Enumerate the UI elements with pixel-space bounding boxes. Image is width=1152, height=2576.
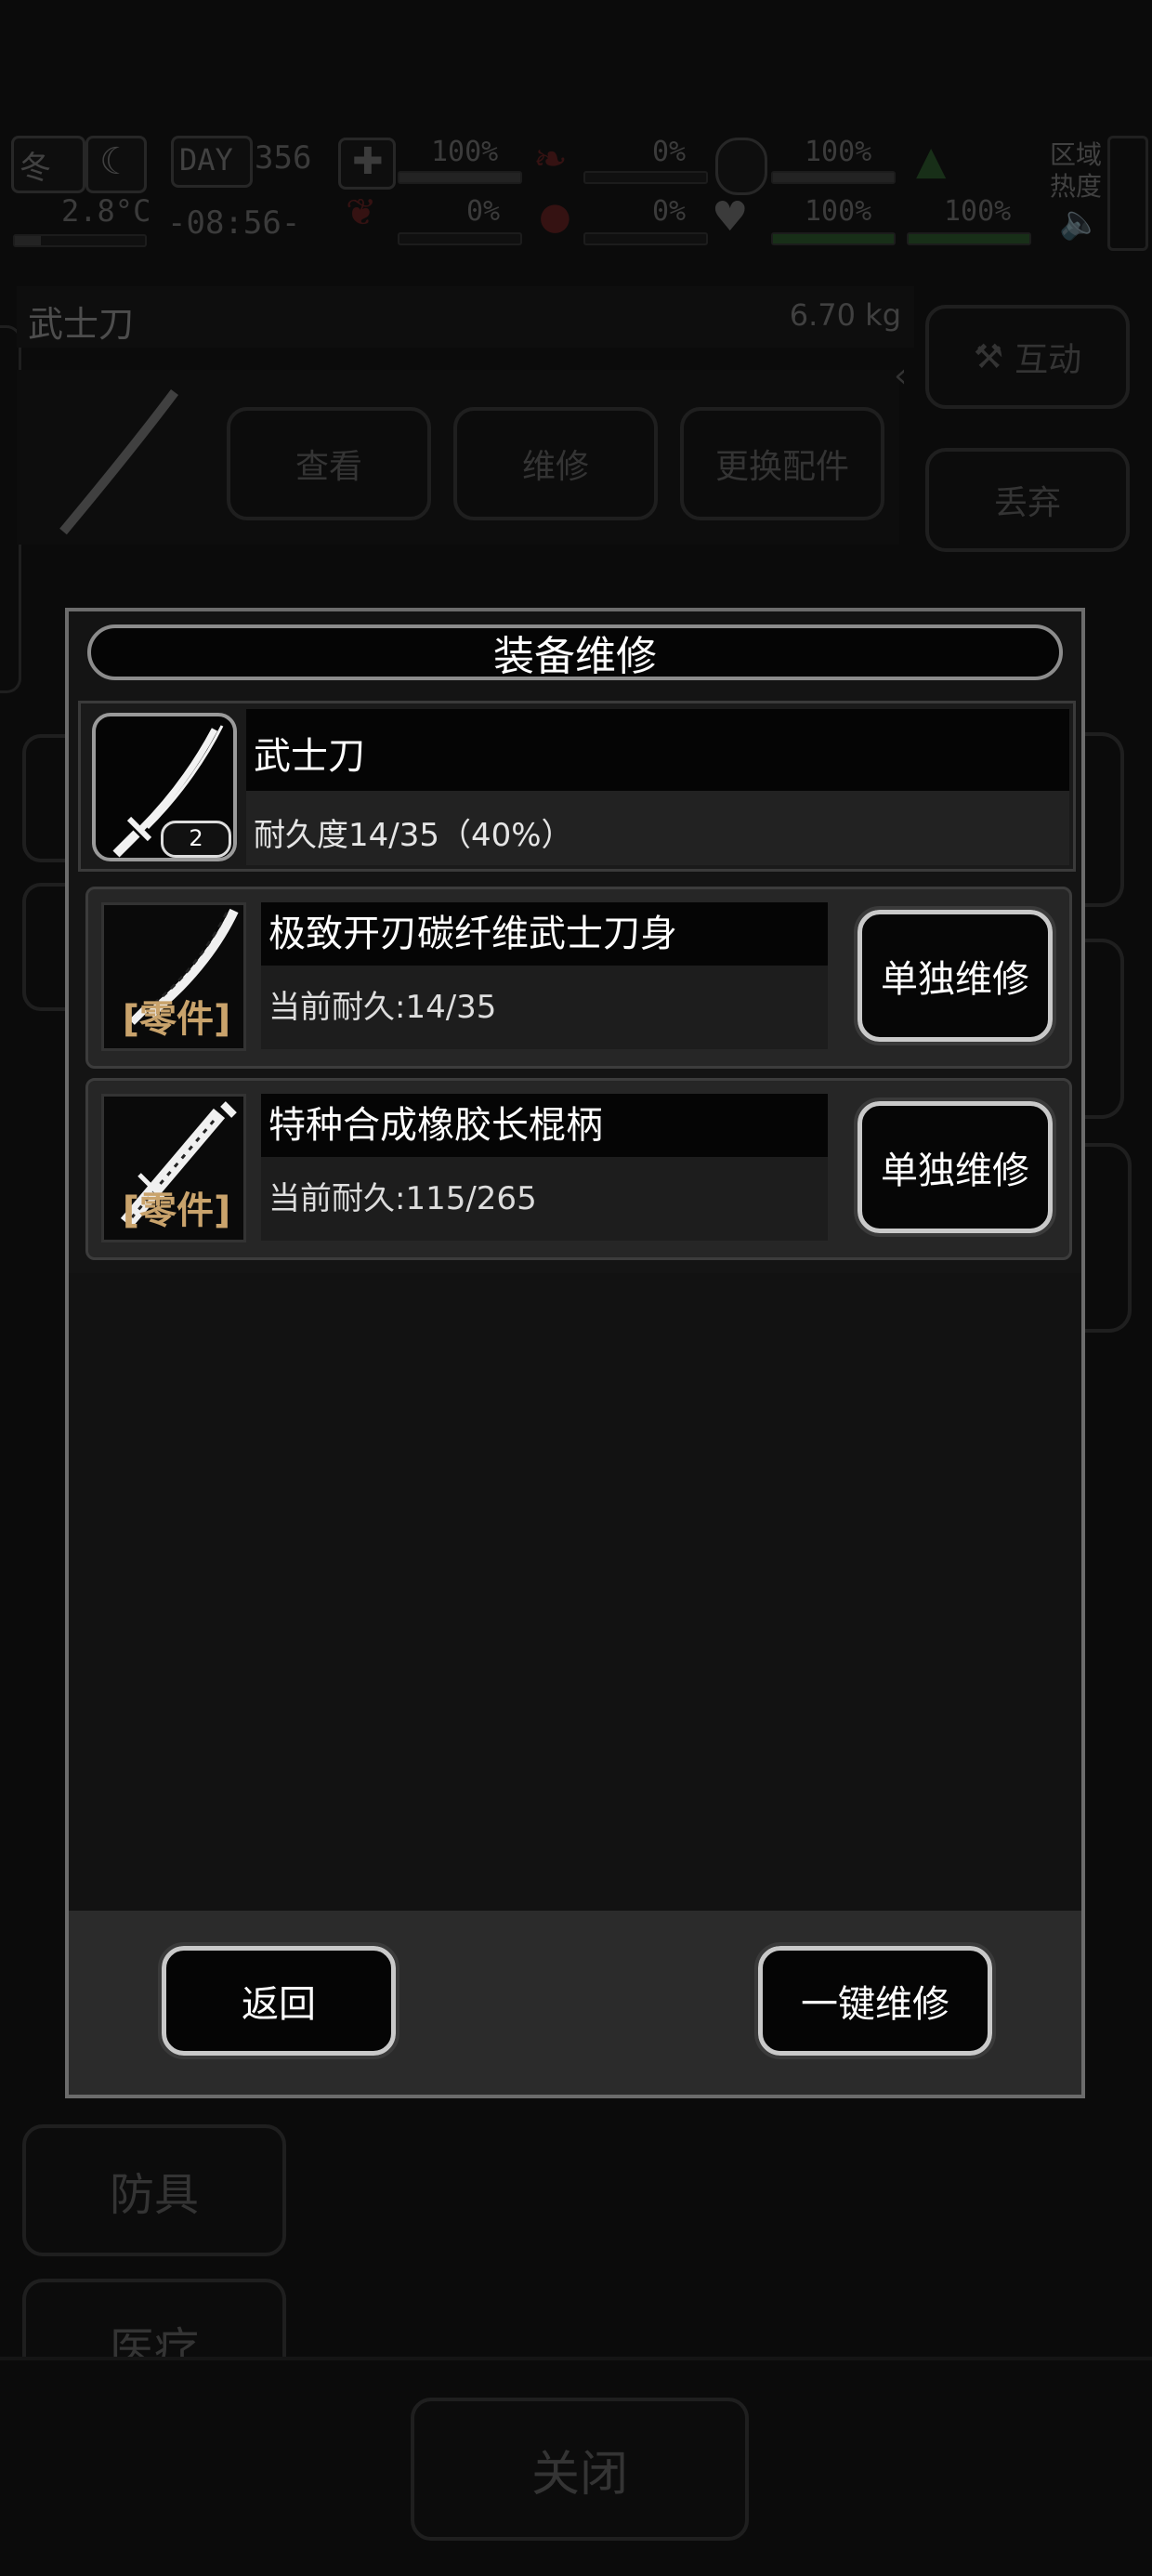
part-tag: [零件]: [122, 998, 231, 1041]
view-label: 查看: [295, 448, 362, 486]
bg-item-weight: 6.70 kg: [789, 297, 901, 333]
part-tag: [零件]: [122, 1189, 231, 1232]
repair-single-label: 单独维修: [881, 958, 1029, 1001]
hunger-value: 0%: [466, 195, 501, 228]
stomach-icon: ❦: [346, 191, 377, 234]
part-name-box: 特种合成橡胶长棍柄: [261, 1094, 828, 1157]
discard-button[interactable]: 丢弃: [925, 448, 1130, 552]
view-button[interactable]: 查看: [227, 407, 431, 520]
hand-axe-icon: ⚒: [973, 337, 1004, 376]
repair-label: 维修: [521, 448, 589, 486]
speaker-icon[interactable]: 🔈: [1059, 203, 1101, 242]
main-item-name-box: 武士刀: [246, 709, 1069, 791]
season-icon: 冬: [11, 136, 85, 193]
part-name: 特种合成橡胶长棍柄: [268, 1104, 603, 1147]
main-item-durability: 耐久度14/35（40%）: [254, 817, 573, 854]
day-label: DAY: [179, 142, 233, 177]
blood-drop-icon: ●: [539, 195, 571, 238]
back-button[interactable]: 返回: [158, 1942, 399, 2059]
right-slot-3[interactable]: [1083, 1143, 1132, 1333]
right-slot-2[interactable]: [1083, 939, 1124, 1119]
stamina-icon: [715, 138, 767, 195]
item-count-badge: 2: [161, 821, 231, 858]
energy-bar: [907, 232, 1031, 245]
interact-button[interactable]: ⚒ 互动: [925, 305, 1130, 409]
part-name-box: 极致开刃碳纤维武士刀身: [261, 902, 828, 966]
main-item-name: 武士刀: [254, 735, 365, 778]
medical-tab[interactable]: 医疗: [22, 2279, 286, 2360]
blood-value: 0%: [652, 195, 687, 228]
hunger-bar: [398, 232, 522, 245]
dialog-title: 装备维修: [493, 633, 657, 680]
stamina-value: 100%: [805, 136, 872, 168]
heart-bar: [771, 232, 896, 245]
main-item-icon-frame: 2: [92, 713, 237, 861]
temperature-readout: 2.8°C: [61, 193, 151, 229]
medical-label: 医疗: [109, 2323, 199, 2360]
dialog-footer: 返回 一键维修: [69, 1911, 1081, 2095]
health-bar: [398, 171, 522, 184]
back-label: 返回: [242, 1983, 316, 2026]
close-button[interactable]: 关闭: [411, 2398, 749, 2541]
bg-katana-icon: [59, 388, 178, 535]
part-durability-box: 当前耐久:115/265: [261, 1157, 828, 1241]
swap-parts-button[interactable]: 更换配件: [680, 407, 884, 520]
repair-single-button[interactable]: 单独维修: [854, 1097, 1056, 1237]
part-tag-text: 零件: [139, 1189, 214, 1232]
repair-button[interactable]: 维修: [453, 407, 658, 520]
swap-parts-label: 更换配件: [714, 448, 849, 486]
day-value: 356: [255, 139, 312, 177]
part-icon-frame: [零件]: [101, 1094, 246, 1242]
discard-label: 丢弃: [993, 484, 1061, 522]
part-tag-text: 零件: [139, 998, 214, 1041]
part-row: [零件] 特种合成橡胶长棍柄 当前耐久:115/265 单独维修: [85, 1078, 1072, 1260]
stamina-bar: [771, 171, 896, 184]
repair-all-button[interactable]: 一键维修: [754, 1942, 996, 2059]
bottom-divider: [0, 2357, 1152, 2360]
heart-value: 100%: [805, 195, 872, 228]
energy-value: 100%: [944, 195, 1012, 228]
part-icon-frame: [零件]: [101, 902, 246, 1051]
part-durability: 当前耐久:115/265: [268, 1180, 537, 1217]
blood-bar: [583, 232, 708, 245]
part-row: [零件] 极致开刃碳纤维武士刀身 当前耐久:14/35 单独维修: [85, 887, 1072, 1069]
left-slot-1[interactable]: [22, 734, 71, 862]
repair-single-label: 单独维修: [881, 1150, 1029, 1192]
part-durability: 当前耐久:14/35: [268, 989, 497, 1026]
boot-icon: ▲: [916, 138, 947, 183]
part-name: 极致开刃碳纤维武士刀身: [268, 913, 677, 955]
main-item-row: 2 武士刀 耐久度14/35（40%）: [78, 701, 1076, 872]
item-count: 2: [189, 825, 203, 851]
left-slot-2[interactable]: [22, 883, 71, 1011]
bleed-bar: [583, 171, 708, 184]
side-handle[interactable]: [1107, 136, 1148, 251]
armor-tab[interactable]: 防具: [22, 2124, 286, 2256]
heart-icon: ♥: [712, 193, 749, 241]
parts-list-empty-area: [69, 1273, 1081, 1911]
close-label: 关闭: [530, 2446, 628, 2503]
main-item-durability-box: 耐久度14/35（40%）: [246, 791, 1069, 865]
season-label: 冬: [20, 150, 51, 187]
item-header: 武士刀 6.70 kg: [17, 286, 914, 348]
right-slot-1[interactable]: [1083, 732, 1124, 907]
medkit-icon: ✚: [338, 138, 396, 190]
clock-readout: -08:56-: [167, 204, 301, 242]
bleeding-icon: ❧: [533, 136, 568, 183]
equipment-repair-dialog: 装备维修 2 武士刀 耐久度14/35（40%） [零件] 极致开刃碳纤维武士刀…: [65, 608, 1085, 2098]
bg-item-name: 武士刀: [28, 304, 135, 345]
moon-icon: ☾: [85, 136, 147, 193]
dialog-title-bar: 装备维修: [87, 624, 1063, 680]
right-arrow-icon: ‹: [894, 357, 908, 395]
day-badge: DAY: [171, 136, 253, 188]
part-durability-box: 当前耐久:14/35: [261, 966, 828, 1049]
temperature-bar: [13, 234, 147, 247]
bleed-value: 0%: [652, 136, 687, 168]
health-value: 100%: [431, 136, 499, 168]
armor-label: 防具: [109, 2169, 199, 2221]
repair-all-label: 一键维修: [801, 1983, 949, 2026]
zone-heat-label: 区域 热度: [1050, 139, 1103, 202]
interact-label: 互动: [1015, 341, 1082, 379]
repair-single-button[interactable]: 单独维修: [854, 906, 1056, 1045]
